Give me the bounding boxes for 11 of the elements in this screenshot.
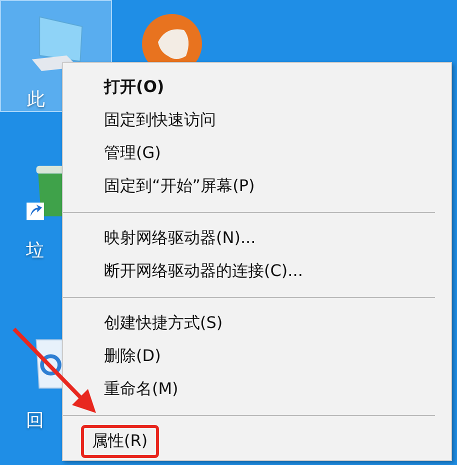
- menu-item[interactable]: 删除(D): [97, 340, 168, 373]
- icon-label: 回: [26, 409, 44, 432]
- menu-item[interactable]: 映射网络驱动器(N)...: [97, 222, 263, 255]
- icon-label: 此: [27, 88, 45, 111]
- menu-item[interactable]: 重命名(M): [97, 373, 186, 406]
- menu-item[interactable]: 管理(G): [97, 137, 168, 170]
- menu-item[interactable]: 固定到“开始”屏幕(P): [97, 170, 262, 203]
- menu-item[interactable]: 创建快捷方式(S): [97, 307, 230, 340]
- icon-label: 垃: [26, 239, 44, 262]
- menu-item[interactable]: 断开网络驱动器的连接(C)...: [97, 255, 310, 288]
- menu-item[interactable]: 属性(R): [81, 425, 159, 458]
